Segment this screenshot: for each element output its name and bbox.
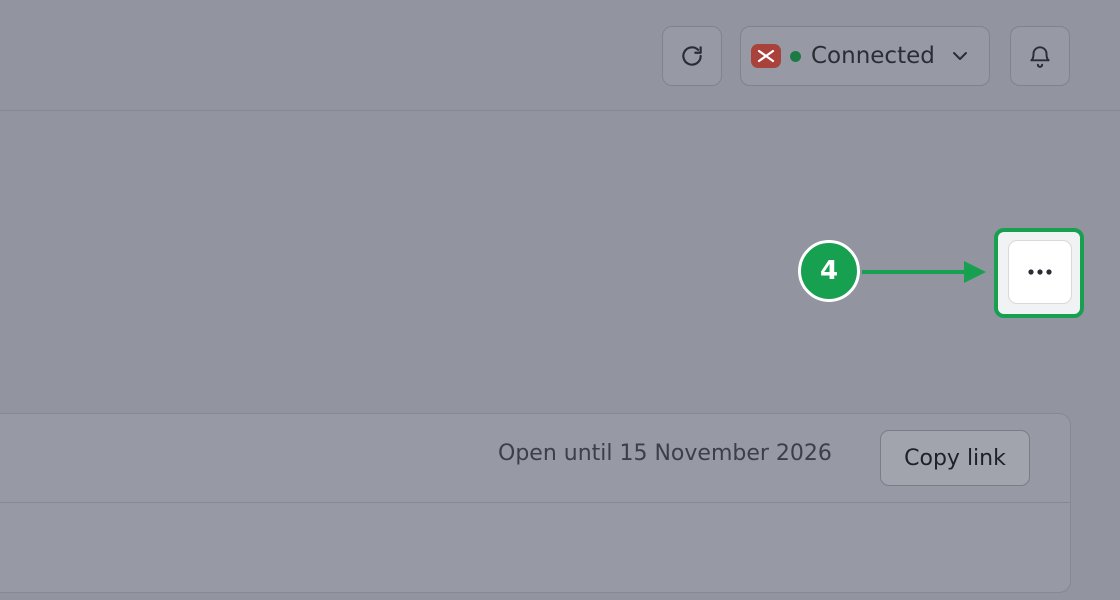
page: Connected 4 Open until 15 November 2026 … bbox=[0, 0, 1120, 600]
annotation-arrow bbox=[862, 261, 986, 283]
bell-icon bbox=[1030, 46, 1050, 68]
top-bar: Connected bbox=[0, 0, 1120, 111]
copy-link-button[interactable]: Copy link bbox=[880, 430, 1030, 486]
connection-status-label: Connected bbox=[811, 43, 935, 69]
chevron-down-icon bbox=[951, 50, 969, 62]
open-until-text: Open until 15 November 2026 bbox=[498, 441, 832, 466]
notifications-button[interactable] bbox=[1010, 26, 1070, 86]
card-divider bbox=[0, 502, 1070, 503]
more-horizontal-icon bbox=[1028, 269, 1052, 275]
status-indicator-dot bbox=[790, 50, 801, 62]
connection-status-dropdown[interactable]: Connected bbox=[740, 26, 990, 86]
app-brand-icon bbox=[751, 44, 781, 68]
more-options-button[interactable] bbox=[1008, 240, 1072, 304]
refresh-button[interactable] bbox=[662, 26, 722, 86]
refresh-icon bbox=[682, 46, 702, 66]
step-marker: 4 bbox=[798, 240, 860, 302]
